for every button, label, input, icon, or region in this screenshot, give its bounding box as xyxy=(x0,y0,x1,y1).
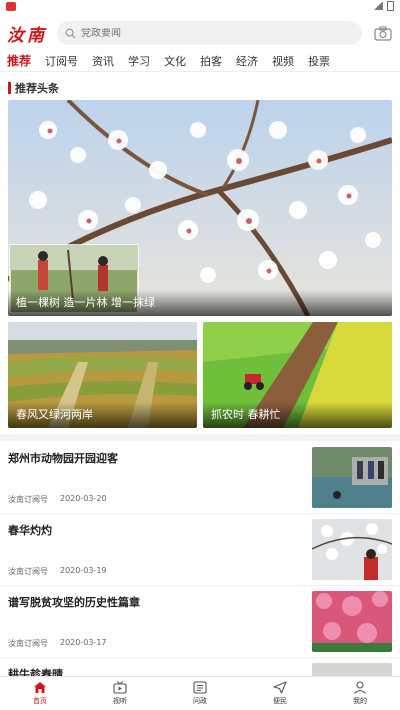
politics-icon xyxy=(193,681,207,694)
blossom-girl-photo xyxy=(312,519,392,580)
news-title: 谱写脱贫攻坚的历史性篇章 xyxy=(8,596,140,609)
send-icon xyxy=(273,681,287,694)
news-item[interactable]: 耕牛趁春晴 xyxy=(0,658,400,681)
tv-icon xyxy=(113,681,127,694)
news-thumbnail xyxy=(312,519,392,580)
news-title: 郑州市动物园开园迎客 xyxy=(8,452,118,465)
section-marker xyxy=(8,82,11,94)
news-date: 2020-03-20 xyxy=(60,494,107,503)
nav-profile[interactable]: 我的 xyxy=(320,677,400,710)
news-item[interactable]: 春华灼灼 汝南订阅号 2020-03-19 xyxy=(0,514,400,586)
tab-study[interactable]: 学习 xyxy=(121,53,157,69)
news-item[interactable]: 谱写脱贫攻坚的历史性篇章 汝南订阅号 2020-03-17 xyxy=(0,586,400,658)
nav-services[interactable]: 便民 xyxy=(240,677,320,710)
news-item[interactable]: 郑州市动物园开园迎客 汝南订阅号 2020-03-20 xyxy=(0,442,400,514)
category-tabs: 推荐 订阅号 资讯 学习 文化 拍客 经济 视频 投票 xyxy=(0,50,400,72)
news-date: 2020-03-19 xyxy=(60,566,107,575)
pink-flowers-photo xyxy=(312,591,392,652)
blossom-photo xyxy=(8,100,392,316)
nav-label: 视听 xyxy=(113,697,127,705)
news-meta: 汝南订阅号 2020-03-19 xyxy=(8,566,107,577)
card-caption-bar: 抓农时 春耕忙 xyxy=(203,402,392,428)
hero-caption-bar: 植一棵树 造一片林 增一抹绿 xyxy=(8,290,392,316)
status-indicators xyxy=(373,1,394,11)
tab-photographer[interactable]: 拍客 xyxy=(193,53,229,69)
news-meta: 汝南订阅号 2020-03-17 xyxy=(8,638,107,649)
hero-caption: 植一棵树 造一片林 增一抹绿 xyxy=(16,296,155,309)
bottom-navigation: 首页 视听 问政 便民 我的 xyxy=(0,676,400,710)
section-header: 推荐头条 xyxy=(8,80,59,96)
tab-vote[interactable]: 投票 xyxy=(301,53,337,69)
news-source: 汝南订阅号 xyxy=(8,639,48,648)
nav-label: 问政 xyxy=(193,697,207,705)
news-source: 汝南订阅号 xyxy=(8,495,48,504)
feature-card-river[interactable]: 春风又绿河两岸 xyxy=(8,322,197,428)
home-icon xyxy=(34,682,46,693)
tab-subscription[interactable]: 订阅号 xyxy=(38,53,85,69)
zoo-photo xyxy=(312,447,392,508)
signal-icon xyxy=(373,2,383,10)
news-title: 春华灼灼 xyxy=(8,524,52,537)
battery-icon xyxy=(387,1,394,11)
news-thumbnail xyxy=(312,447,392,508)
search-box[interactable] xyxy=(57,21,362,45)
camera-icon xyxy=(374,25,392,41)
section-divider xyxy=(0,434,400,441)
news-source: 汝南订阅号 xyxy=(8,567,48,576)
news-date: 2020-03-17 xyxy=(60,638,107,647)
nav-home[interactable]: 首页 xyxy=(0,677,80,710)
nav-label: 我的 xyxy=(353,697,367,705)
tab-culture[interactable]: 文化 xyxy=(157,53,193,69)
app-header: 汝南 xyxy=(0,16,400,50)
tab-economy[interactable]: 经济 xyxy=(229,53,265,69)
nav-label: 便民 xyxy=(273,697,287,705)
news-meta: 汝南订阅号 2020-03-20 xyxy=(8,494,107,505)
nav-label: 首页 xyxy=(33,697,47,705)
card-caption: 春风又绿河两岸 xyxy=(16,408,93,421)
nav-media[interactable]: 视听 xyxy=(80,677,160,710)
tab-recommend[interactable]: 推荐 xyxy=(0,52,38,69)
feature-card-farming[interactable]: 抓农时 春耕忙 xyxy=(203,322,392,428)
user-icon xyxy=(354,681,366,694)
tab-news[interactable]: 资讯 xyxy=(85,53,121,69)
section-title: 推荐头条 xyxy=(15,82,59,95)
tab-video[interactable]: 视频 xyxy=(265,53,301,69)
hero-article[interactable]: 植一棵树 造一片林 增一抹绿 xyxy=(8,100,392,316)
camera-button[interactable] xyxy=(372,22,394,44)
card-caption: 抓农时 春耕忙 xyxy=(211,408,281,421)
status-bar xyxy=(0,0,400,14)
nav-politics[interactable]: 问政 xyxy=(160,677,240,710)
card-caption-bar: 春风又绿河两岸 xyxy=(8,402,197,428)
news-thumbnail xyxy=(312,591,392,652)
notification-icon xyxy=(6,2,16,11)
search-input[interactable] xyxy=(81,27,331,39)
app-logo: 汝南 xyxy=(7,25,47,46)
search-icon xyxy=(65,28,76,39)
